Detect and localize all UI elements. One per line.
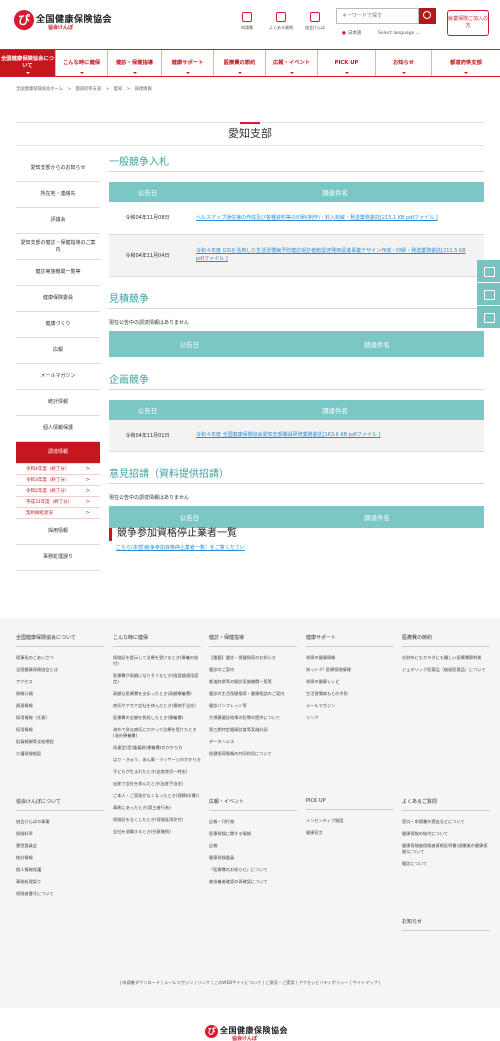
footer-col-notices: お知らせ [402,918,490,939]
breadcrumb-branches[interactable]: 都道府県支部 [76,87,102,92]
sidebar-item-pr[interactable]: 広報 [16,338,100,364]
footer-col-savings: 医療費の節約 お財布にもカラダにも優しい医療費節約術 ジェネリック医薬品（後発医… [402,634,490,679]
search-input[interactable] [336,8,419,24]
header-link-kyokai[interactable]: 協会けんぽ [299,12,331,31]
menu-float-icon[interactable] [477,260,500,283]
section-title-planning: 企画競争 [109,374,484,390]
page-title: 愛知支部 [16,122,484,146]
opinion-none-text: 現在公告中の調達情報はありません [109,495,189,501]
table-row: 令和04年11月01日 令和４年度 全国健康保険協会愛知支部職員研修業務委託[16… [109,419,484,452]
col-date: 公告日 [109,182,186,202]
suspension-link[interactable]: こちら(本部)競争参加資格停止業者一覧）をご覧ください [109,544,484,551]
logo-sub-text: 協会けんぽ [48,25,74,31]
sidebar-item-recruit[interactable]: 採用情報 [16,519,100,545]
section-title-opinion: 意見招請（資料提供招請） [109,468,484,484]
footer-col-situations: こんな時に健保 保険証を提示して治療を受けるとき(療養の給付) 医療費が高額にな… [113,635,201,834]
sidebar-item-news[interactable]: 愛知支部からのお知らせ [16,156,100,182]
procurement-link[interactable]: ヘルスアップ通信簿の作成及び各種資料等の印刷(制作)・封入封緘・発送業務委託[2… [186,202,484,235]
sidebar-sub-r2[interactable]: 令和2年度（終了分） [16,486,100,497]
sidebar-item-committee[interactable]: 健康保険委員 [16,286,100,312]
site-header: ぴ 全国健康保険協会 協会けんぽ 申請書 よくある質問 協会けんぽ 日本語 Se… [0,0,500,48]
header-link-forms[interactable]: 申請書 [231,12,263,31]
sidebar-item-stats[interactable]: 統計情報 [16,390,100,416]
footer-col-faq: よくあるご質問 窓口・申請書の提出などについて 健康保険の給付について 健康保険… [402,798,490,873]
sidebar-item-mailmag[interactable]: メールマガジン [16,364,100,390]
table-row: 令和04年11月04日 令和４年度 GISを活用した生活習慣病予防健診受診者勧奨啓… [109,234,484,277]
sidebar-item-privacy[interactable]: 個人情報保護 [16,416,100,442]
sidebar-item-errors[interactable]: 事務処理誤り [16,545,100,571]
footer-col-pickup: PICK UP インセンティブ制度 健康宣言 [306,798,394,842]
floating-tools [477,260,500,329]
global-nav: 全国健康保険協会について こんな時に健保 健診・保健指導 健康サポート 医療費の… [0,49,500,77]
general-table: 公告日 調達件名 令和04年11月08日 ヘルスアップ通信簿の作成及び各種資料等の印… [109,182,484,277]
footer: 全国健康保険協会について 理事長のごあいさつ 全国健康保険協会とは アクセス 情… [0,618,500,1008]
sidebar-sub-r4[interactable]: 令和4年度（終了分） [16,464,100,475]
sidebar-item-checkup[interactable]: 愛知支部の健診・保健指導のご案内 [16,234,100,260]
sidebar-item-health[interactable]: 健康づくり [16,312,100,338]
sidebar-sub-r3[interactable]: 令和3年度（終了分） [16,475,100,486]
gnav-pr[interactable]: 広報・イベント [266,50,318,76]
sidebar-sub-h31[interactable]: 平成31年度（終了分） [16,497,100,508]
breadcrumb: 全国健康保険協会ホーム > 都道府県支部 > 愛知 > 調達情報 [16,87,152,92]
search-button[interactable] [419,8,436,24]
footer-col-pr: 広報・イベント 広報・刊行物 医療保険に関する情報 広報 健康保険委員 「医療費… [209,798,297,891]
footer-logo[interactable]: ぴ 全国健康保険協会 協会けんぽ [205,1025,305,1041]
gnav-news[interactable]: お知らせ [376,50,432,76]
footer-col-about: 全国健康保険協会について 理事長のごあいさつ 全国健康保険協会とは アクセス 情… [16,634,104,763]
gnav-branches[interactable]: 都道府県支部 [432,50,500,76]
sidebar-item-address[interactable]: 所在地・連絡先 [16,182,100,208]
gnav-about[interactable]: 全国健康保険協会について [0,50,56,76]
footer-col-checkup: 健診・保健指導 【重要】健診・保健指導のお知らせ 健診のご案内 都道府県等の健診… [209,634,297,763]
main-content: 一般競争入札 公告日 調達件名 令和04年11月08日 ヘルスアップ通信簿の作成及び… [109,156,484,551]
lang-japanese[interactable]: 日本語 [342,30,362,36]
gnav-situations[interactable]: こんな時に健保 [56,50,108,76]
chat-float-icon[interactable] [477,283,500,306]
footer-utility-links[interactable]: | 申請書ダウンロード | メールマガジン | リンク | このWEBサイトにつ… [0,980,500,986]
procurement-link[interactable]: 令和４年度 GISを活用した生活習慣病予防健診受診者勧奨啓発用促進事業デザイン作… [186,234,484,277]
planning-table: 公告日 調達件名 令和04年11月01日 令和４年度 全国健康保険協会愛知支部職員研… [109,399,484,452]
gnav-checkup[interactable]: 健診・保健指導 [108,50,162,76]
sidebar-item-procurement[interactable]: 調達情報 [16,442,100,464]
section-title-general: 一般競争入札 [109,156,484,172]
table-row: 令和04年11月08日 ヘルスアップ通信簿の作成及び各種資料等の印刷(制作)・封入… [109,202,484,235]
header-link-faq[interactable]: よくある質問 [265,12,297,31]
quote-table: 公告日 調達件名 [109,330,484,357]
logo-mark-icon: ぴ [205,1025,218,1038]
breadcrumb-home[interactable]: 全国健康保険協会ホーム [16,87,63,92]
site-logo[interactable]: ぴ 全国健康保険協会 協会けんぽ [14,10,114,32]
procurement-link[interactable]: 令和４年度 全国健康保険協会愛知支部職員研修業務委託[163.6 KB pdfフ… [186,419,484,452]
section-title-suspension: 競争参加資格停止業者一覧 [109,528,484,541]
document-icon [242,12,252,22]
search-float-icon[interactable] [477,306,500,329]
quote-none-text: 現在公告中の調達情報はありません [109,319,189,326]
breadcrumb-current: 調達情報 [134,87,152,92]
breadcrumb-aichi[interactable]: 愛知 [114,87,123,92]
footer-col-kyokai: 協会けんぽについて 協会けんぽの事業 保険料率 運営委員会 統計情報 個人情報保… [16,798,104,903]
sidebar-item-institutions[interactable]: 健診実施機関一覧等 [16,260,100,286]
gnav-support[interactable]: 健康サポート [162,50,214,76]
building-icon [310,12,320,22]
sidebar-sub-contracts[interactable]: 契約締結状況 [16,508,100,519]
gnav-pickup[interactable]: PICK UP [318,50,376,76]
logo-mark-icon: ぴ [14,10,34,30]
opinion-table: 公告日 調達件名 [109,506,484,528]
gnav-savings[interactable]: 医療費の節約 [214,50,266,76]
member-button[interactable]: 就業保険ご加入の方 [447,10,489,36]
section-title-quote: 見積競争 [109,293,484,309]
sidebar: 愛知支部からのお知らせ 所在地・連絡先 評議会 愛知支部の健診・保健指導のご案内… [16,156,100,571]
footer-col-support: 健康サポート 季節の健康情報 知っトク! 医療保険情報 季節の健康レシピ 生活習… [306,634,394,727]
sidebar-item-council[interactable]: 評議会 [16,208,100,234]
lang-select[interactable]: Select language ⌄ [378,31,419,36]
col-name: 調達件名 [186,182,484,202]
faq-icon [276,12,286,22]
